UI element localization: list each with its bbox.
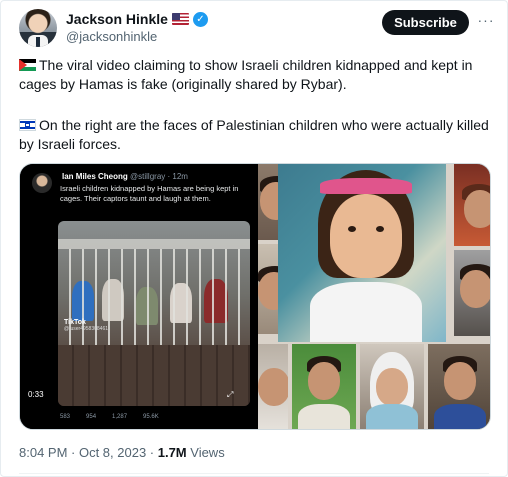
- avatar-tie: [36, 37, 40, 47]
- views-count: 1.7M: [157, 445, 187, 460]
- girl-shirt: [310, 282, 422, 342]
- portrait-tile: [360, 344, 424, 429]
- view-count: 95.6K: [143, 414, 159, 420]
- main-portrait-girl: [278, 164, 446, 342]
- girl-eye: [376, 226, 384, 232]
- portrait-face: [258, 368, 288, 406]
- cage-roof: [58, 239, 250, 249]
- video-expand-icon[interactable]: ⤢: [227, 390, 233, 400]
- portrait-face: [376, 368, 408, 406]
- embedded-video[interactable]: TikTok @ user4958308461: [58, 221, 250, 406]
- reply-count: 583: [60, 414, 71, 420]
- tiktok-watermark: TikTok @ user4958308461: [64, 319, 108, 332]
- embedded-author-avatar: [32, 173, 52, 193]
- portrait-shirt: [434, 404, 486, 429]
- victims-photo-collage[interactable]: [258, 164, 490, 429]
- tweet-media[interactable]: Ian Miles Cheong @stillgray · 12m Israel…: [19, 163, 491, 430]
- girl-eye: [348, 226, 356, 232]
- author-handle[interactable]: @jacksonhinkle: [66, 29, 157, 44]
- tweet-paragraph-1: The viral video claiming to show Israeli…: [19, 56, 489, 94]
- portrait-tile: [292, 344, 356, 429]
- embedded-author-meta: @stillgray · 12m: [130, 172, 188, 181]
- embedded-author-name: Ian Miles Cheong: [62, 172, 128, 181]
- views-label: Views: [186, 445, 225, 460]
- portrait-shirt: [366, 404, 418, 429]
- tweet-paragraph-2: On the right are the faces of Palestinia…: [19, 116, 489, 154]
- tweet-paragraph-1-text: The viral video claiming to show Israeli…: [19, 57, 473, 92]
- embedded-author-line: Ian Miles Cheong @stillgray · 12m: [62, 172, 188, 181]
- israel-flag-icon: [19, 119, 36, 131]
- portrait-face: [308, 362, 340, 400]
- author-avatar[interactable]: [19, 9, 57, 47]
- girl-headband: [320, 178, 412, 194]
- portrait-tile: [454, 164, 490, 246]
- portrait-tile: [454, 250, 490, 336]
- palestine-flag-icon: [19, 59, 36, 71]
- video-timestamp: 0:33: [28, 390, 44, 399]
- portrait-face: [464, 190, 490, 228]
- tweet-paragraph-2-text: On the right are the faces of Palestinia…: [19, 117, 489, 152]
- author-display-name[interactable]: Jackson Hinkle: [66, 11, 168, 27]
- us-flag-icon: [171, 13, 189, 25]
- cage-floor: [58, 345, 250, 406]
- like-count: 1,287: [112, 414, 128, 420]
- verified-badge-icon[interactable]: ✓: [192, 11, 208, 27]
- author-name-row: Jackson Hinkle ✓: [66, 11, 208, 27]
- divider: [19, 473, 489, 474]
- tiktok-watermark-user: @ user4958308461: [64, 326, 108, 332]
- portrait-face: [444, 362, 476, 400]
- subscribe-button[interactable]: Subscribe: [382, 10, 469, 35]
- tiktok-watermark-label: TikTok: [64, 319, 86, 326]
- portrait-shirt: [298, 404, 350, 429]
- repost-count: 954: [86, 414, 97, 420]
- embedded-post-stats: 583 954 1,287 95.6K: [60, 414, 159, 420]
- tweet-timestamp[interactable]: 8:04 PM · Oct 8, 2023 · 1.7M Views: [19, 445, 225, 460]
- tweet-card: Jackson Hinkle ✓ @jacksonhinkle Subscrib…: [0, 0, 508, 477]
- tweet-time[interactable]: 8:04 PM · Oct 8, 2023 ·: [19, 445, 158, 460]
- portrait-tile: [428, 344, 490, 429]
- portrait-face: [460, 270, 490, 308]
- more-options-icon[interactable]: ···: [476, 11, 496, 31]
- embedded-post-screenshot[interactable]: Ian Miles Cheong @stillgray · 12m Israel…: [20, 164, 257, 429]
- portrait-tile: [258, 344, 288, 429]
- girl-face: [330, 194, 402, 278]
- embedded-post-text: Israeli children kidnapped by Hamas are …: [60, 184, 239, 203]
